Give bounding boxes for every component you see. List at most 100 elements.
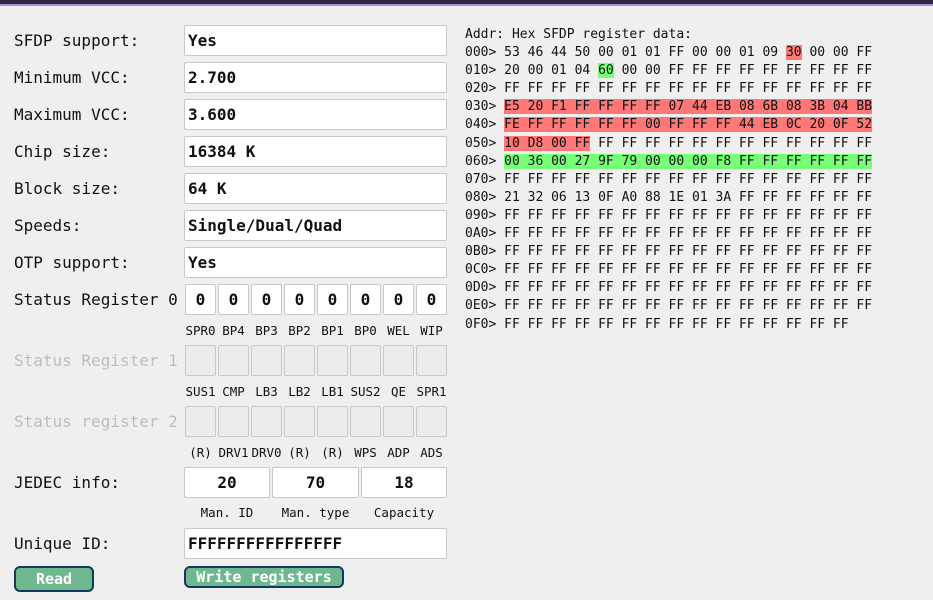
hex-byte: FF: [574, 171, 599, 187]
hex-byte: 9F: [598, 153, 622, 169]
status-bit-label: SPR0: [185, 323, 216, 338]
field-value[interactable]: Single/Dual/Quad: [184, 210, 447, 241]
hex-byte: 09: [762, 45, 786, 61]
status-bit-field[interactable]: 0: [317, 284, 348, 315]
field-value[interactable]: Yes: [184, 25, 447, 56]
hex-byte: 3B: [809, 99, 833, 115]
hex-byte: 01: [645, 45, 669, 61]
hex-byte: 00: [668, 153, 693, 169]
hex-byte: FF: [668, 280, 693, 296]
field-value[interactable]: 2.700: [184, 62, 447, 93]
hex-byte: 52: [856, 117, 873, 133]
hex-byte: 13: [574, 189, 599, 205]
hex-byte: 00: [692, 153, 716, 169]
hex-byte: 04: [574, 63, 599, 79]
hex-byte: FF: [645, 226, 669, 242]
hex-row: 020> FF FF FF FF FF FF FF FF FF FF FF FF…: [465, 80, 872, 98]
hex-byte: FF: [762, 63, 786, 79]
field-value[interactable]: 3.600: [184, 99, 447, 130]
hex-byte: FF: [574, 262, 599, 278]
status-bit-label: ADP: [387, 445, 410, 460]
hex-byte: FF: [856, 298, 873, 314]
hex-byte: EB: [715, 99, 739, 115]
hex-byte: 00: [645, 63, 669, 79]
status-bit-label: WEL: [387, 323, 410, 338]
hex-byte: E5: [504, 99, 528, 115]
hex-row-address: 010>: [465, 63, 497, 79]
hex-byte: 10: [504, 135, 528, 151]
hex-byte: FF: [668, 135, 693, 151]
hex-byte: FF: [527, 226, 552, 242]
hex-byte: 01: [738, 45, 763, 61]
hex-byte: FF: [551, 117, 575, 133]
hex-byte: FF: [527, 207, 552, 223]
status-bit-field[interactable]: 0: [218, 284, 249, 315]
hex-byte: FF: [738, 298, 763, 314]
field-value[interactable]: 64 K: [184, 173, 447, 204]
hex-byte: FF: [809, 280, 833, 296]
jedec-capacity-field[interactable]: 18: [361, 467, 447, 498]
status-register-label: Status register 2: [14, 412, 178, 431]
hex-byte: FF: [785, 280, 810, 296]
hex-title: Hex SFDP register data:: [511, 27, 692, 42]
status-bit-label: BP3: [255, 323, 278, 338]
hex-byte: FF: [551, 226, 575, 242]
hex-byte: FF: [856, 189, 873, 205]
field-value[interactable]: 16384 K: [184, 136, 447, 167]
hex-byte: 20: [504, 63, 528, 79]
status-bit-label: DRV0: [251, 445, 282, 460]
status-bit-label: LB3: [255, 384, 278, 399]
hex-byte: FF: [715, 316, 739, 332]
jedec-man-type-field[interactable]: 70: [272, 467, 359, 498]
status-bit-field[interactable]: 0: [185, 284, 216, 315]
status-bit-field[interactable]: 0: [350, 284, 381, 315]
hex-byte: FF: [832, 135, 857, 151]
hex-byte: F1: [551, 99, 575, 115]
jedec-caption: Capacity: [373, 505, 435, 520]
hex-byte: FF: [621, 135, 646, 151]
status-bit-label: BP1: [321, 323, 344, 338]
hex-byte: FF: [856, 262, 873, 278]
hex-row: 040> FE FF FF FF FF FF 00 FF FF FF 44 EB…: [465, 116, 873, 134]
status-bit-field[interactable]: 0: [251, 284, 282, 315]
hex-byte: FF: [762, 153, 786, 169]
field-label: Minimum VCC:: [14, 68, 130, 87]
status-bit-field[interactable]: 0: [284, 284, 315, 315]
status-bit-field: [284, 406, 315, 437]
hex-byte: FF: [504, 226, 528, 242]
hex-byte: FF: [785, 316, 810, 332]
hex-byte: 44: [738, 117, 763, 133]
hex-byte: FF: [574, 316, 599, 332]
hex-row: 0E0> FF FF FF FF FF FF FF FF FF FF FF FF…: [465, 297, 872, 315]
status-bit-field: [317, 406, 348, 437]
hex-byte: FF: [715, 226, 739, 242]
hex-byte: FF: [856, 153, 873, 169]
field-value[interactable]: Yes: [184, 247, 447, 278]
hex-byte: FF: [809, 226, 833, 242]
hex-byte: 20: [809, 117, 833, 133]
hex-byte: 00: [645, 117, 669, 133]
unique-id-field[interactable]: FFFFFFFFFFFFFFFF: [184, 528, 447, 559]
status-bit-field[interactable]: 0: [416, 284, 447, 315]
hex-byte: 04: [832, 99, 857, 115]
hex-byte: FF: [598, 280, 622, 296]
status-bit-label: QE: [390, 384, 407, 399]
read-button[interactable]: Read: [14, 566, 94, 592]
hex-byte: FF: [785, 207, 810, 223]
hex-byte: FF: [809, 153, 833, 169]
hex-byte: FF: [574, 280, 599, 296]
hex-byte: 50: [574, 45, 599, 61]
hex-byte: FF: [551, 316, 575, 332]
write-registers-button[interactable]: Write registers: [184, 566, 344, 588]
status-bit-field[interactable]: 0: [383, 284, 414, 315]
status-bit-label: SPR1: [416, 384, 447, 399]
status-bit-label: (R): [189, 445, 212, 460]
jedec-man-id-field[interactable]: 20: [184, 467, 270, 498]
hex-byte: FF: [504, 280, 528, 296]
hex-byte: 36: [527, 153, 552, 169]
hex-byte: FF: [809, 81, 833, 97]
hex-byte: 01: [692, 189, 716, 205]
hex-byte: FF: [504, 262, 528, 278]
field-label: SFDP support:: [14, 31, 140, 50]
hex-byte: FF: [527, 117, 552, 133]
